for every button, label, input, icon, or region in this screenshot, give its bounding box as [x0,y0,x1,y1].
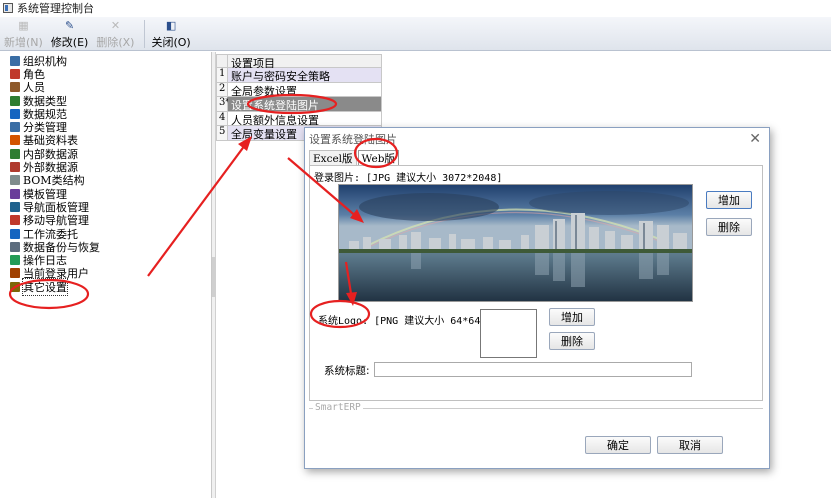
tree-item-icon [10,175,20,186]
dialog-title: 设置系统登陆图片 [309,133,397,146]
login-image-dialog: 设置系统登陆图片 ✕ Excel版 Web版 登录图片: [JPG 建议大小 3… [304,127,770,469]
add-image-button[interactable]: 增加 [706,191,752,209]
footer-group: SmartERP 确定 取消 [309,402,763,466]
ok-button[interactable]: 确定 [585,436,651,454]
login-image-label: 登录图片: [JPG 建议大小 3072*2048] [314,173,503,184]
tree-item[interactable]: 其它设置 [0,277,211,296]
tab-excel[interactable]: Excel版 [309,150,357,166]
delete-image-button[interactable]: 删除 [706,218,752,236]
footer-legend: SmartERP [313,402,363,413]
dialog-tabs: Excel版 Web版 [309,150,400,166]
system-title-label: 系统标题: [324,365,370,377]
row-number-header [216,54,228,68]
tree-item-icon [10,281,20,292]
dialog-title-bar[interactable]: 设置系统登陆图片 [305,128,769,150]
new-button[interactable]: ▦ 新增(N) [4,17,43,50]
edit-icon: ✎ [64,19,75,32]
cancel-button[interactable]: 取消 [657,436,723,454]
window-title: 系统管理控制台 [17,2,94,15]
app-icon [3,3,13,13]
tab-panel-web: 登录图片: [JPG 建议大小 3072*2048] 增加 删除 系统Logo:… [309,165,763,401]
close-icon[interactable]: ✕ [749,131,761,147]
close-window-icon: ◧ [165,19,177,32]
tree-item-icon [10,268,20,279]
tree-item-icon [10,215,20,226]
tree-item-icon [10,148,20,159]
city-skyline-image [339,185,692,301]
tree-item-icon [10,188,20,199]
tree-item-icon [10,135,20,146]
table-row-selected[interactable]: 3* 设置系统登陆图片 [216,97,382,112]
tree-item-icon [10,241,20,252]
tree-item-icon [10,68,20,79]
tree-item-icon [10,228,20,239]
close-window-button[interactable]: ◧ 关闭(O) [151,17,190,50]
delete-button[interactable]: ✕ 删除(X) [96,17,134,50]
tree-item-icon [10,108,20,119]
tree-item-icon [10,122,20,133]
tree-item-icon [10,82,20,93]
delete-logo-button[interactable]: 删除 [549,332,595,350]
toolbar-separator [144,20,146,48]
tree-item-label: 其它设置 [22,277,68,296]
edit-button[interactable]: ✎ 修改(E) [51,17,89,50]
tree-item-icon [10,95,20,106]
grid-header: 设置项目 [216,54,382,70]
table-row[interactable]: 1 账户与密码安全策略 [216,68,382,83]
add-logo-button[interactable]: 增加 [549,308,595,326]
tree-item-icon [10,162,20,173]
column-header-settings-item[interactable]: 设置项目 [228,54,382,70]
tree-item-icon [10,255,20,266]
system-title-input[interactable] [374,362,692,377]
table-row[interactable]: 2 全局参数设置 [216,82,382,97]
login-image-preview [338,184,693,302]
navigation-tree: 组织机构 角色 人员 数据类型 数据规范 分类管理 基础资料表 内部数据源 外部数据源 BOM类结… [0,52,212,498]
tab-web[interactable]: Web版 [357,150,399,166]
table-row[interactable]: 4 人员额外信息设置 [216,111,382,126]
toolbar: ▦ 新增(N) ✎ 修改(E) ✕ 删除(X) ◧ 关闭(O) [0,17,831,51]
tree-item-icon [10,55,20,66]
splitter-grip[interactable] [212,257,216,297]
logo-preview [480,309,537,358]
title-bar: 系统管理控制台 [0,0,831,16]
logo-label: 系统Logo: [PNG 建议大小 64*64] [318,316,487,327]
new-icon: ▦ [18,19,29,32]
tree-item-icon [10,201,20,212]
delete-icon: ✕ [110,19,121,32]
